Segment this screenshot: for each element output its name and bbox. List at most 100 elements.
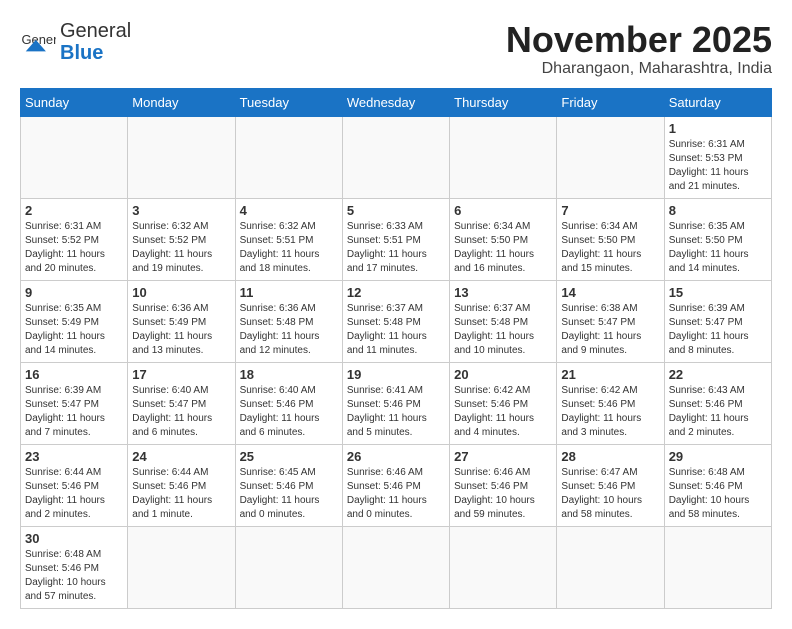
day-info: Sunrise: 6:35 AM Sunset: 5:49 PM Dayligh… xyxy=(25,302,123,358)
day-info: Sunrise: 6:47 AM Sunset: 5:46 PM Dayligh… xyxy=(561,466,659,522)
logo: General General Blue xyxy=(20,20,131,64)
day-number: 30 xyxy=(25,531,123,546)
weekday-header-wednesday: Wednesday xyxy=(342,88,449,116)
weekday-header-sunday: Sunday xyxy=(21,88,128,116)
weekday-header-tuesday: Tuesday xyxy=(235,88,342,116)
day-info: Sunrise: 6:38 AM Sunset: 5:47 PM Dayligh… xyxy=(561,302,659,358)
day-info: Sunrise: 6:42 AM Sunset: 5:46 PM Dayligh… xyxy=(454,384,552,440)
day-number: 16 xyxy=(25,367,123,382)
day-info: Sunrise: 6:37 AM Sunset: 5:48 PM Dayligh… xyxy=(454,302,552,358)
day-number: 21 xyxy=(561,367,659,382)
day-info: Sunrise: 6:42 AM Sunset: 5:46 PM Dayligh… xyxy=(561,384,659,440)
day-info: Sunrise: 6:39 AM Sunset: 5:47 PM Dayligh… xyxy=(669,302,767,358)
day-number: 22 xyxy=(669,367,767,382)
location: Dharangaon, Maharashtra, India xyxy=(506,60,772,78)
day-number: 7 xyxy=(561,203,659,218)
day-info: Sunrise: 6:46 AM Sunset: 5:46 PM Dayligh… xyxy=(454,466,552,522)
calendar-cell xyxy=(557,526,664,608)
day-number: 29 xyxy=(669,449,767,464)
day-info: Sunrise: 6:40 AM Sunset: 5:46 PM Dayligh… xyxy=(240,384,338,440)
day-number: 20 xyxy=(454,367,552,382)
header-section: General General Blue November 2025 Dhara… xyxy=(20,20,772,78)
calendar-cell: 1 Sunrise: 6:31 AM Sunset: 5:53 PM Daylig… xyxy=(664,116,771,198)
day-info: Sunrise: 6:33 AM Sunset: 5:51 PM Dayligh… xyxy=(347,220,445,276)
weekday-header-saturday: Saturday xyxy=(664,88,771,116)
day-number: 25 xyxy=(240,449,338,464)
day-info: Sunrise: 6:44 AM Sunset: 5:46 PM Dayligh… xyxy=(132,466,230,522)
day-number: 10 xyxy=(132,285,230,300)
calendar-cell: 18 Sunrise: 6:40 AM Sunset: 5:46 PM Dayli… xyxy=(235,362,342,444)
calendar-cell xyxy=(664,526,771,608)
calendar-cell: 5 Sunrise: 6:33 AM Sunset: 5:51 PM Daylig… xyxy=(342,198,449,280)
calendar-cell: 20 Sunrise: 6:42 AM Sunset: 5:46 PM Dayli… xyxy=(450,362,557,444)
calendar-cell: 8 Sunrise: 6:35 AM Sunset: 5:50 PM Daylig… xyxy=(664,198,771,280)
calendar-cell: 16 Sunrise: 6:39 AM Sunset: 5:47 PM Dayli… xyxy=(21,362,128,444)
day-number: 28 xyxy=(561,449,659,464)
day-info: Sunrise: 6:35 AM Sunset: 5:50 PM Dayligh… xyxy=(669,220,767,276)
day-number: 4 xyxy=(240,203,338,218)
day-number: 1 xyxy=(669,121,767,136)
calendar-cell: 6 Sunrise: 6:34 AM Sunset: 5:50 PM Daylig… xyxy=(450,198,557,280)
calendar-cell: 10 Sunrise: 6:36 AM Sunset: 5:49 PM Dayli… xyxy=(128,280,235,362)
calendar-week-4: 16 Sunrise: 6:39 AM Sunset: 5:47 PM Dayli… xyxy=(21,362,772,444)
calendar-cell: 24 Sunrise: 6:44 AM Sunset: 5:46 PM Dayli… xyxy=(128,444,235,526)
day-info: Sunrise: 6:48 AM Sunset: 5:46 PM Dayligh… xyxy=(25,548,123,604)
day-info: Sunrise: 6:37 AM Sunset: 5:48 PM Dayligh… xyxy=(347,302,445,358)
calendar-week-1: 1 Sunrise: 6:31 AM Sunset: 5:53 PM Daylig… xyxy=(21,116,772,198)
day-info: Sunrise: 6:40 AM Sunset: 5:47 PM Dayligh… xyxy=(132,384,230,440)
day-info: Sunrise: 6:36 AM Sunset: 5:49 PM Dayligh… xyxy=(132,302,230,358)
day-info: Sunrise: 6:39 AM Sunset: 5:47 PM Dayligh… xyxy=(25,384,123,440)
calendar-cell: 15 Sunrise: 6:39 AM Sunset: 5:47 PM Dayli… xyxy=(664,280,771,362)
day-number: 15 xyxy=(669,285,767,300)
calendar-cell: 23Sunrise: 6:44 AM Sunset: 5:46 PM Dayli… xyxy=(21,444,128,526)
day-info: Sunrise: 6:48 AM Sunset: 5:46 PM Dayligh… xyxy=(669,466,767,522)
day-number: 2 xyxy=(25,203,123,218)
calendar-cell: 30 Sunrise: 6:48 AM Sunset: 5:46 PM Dayli… xyxy=(21,526,128,608)
calendar-week-3: 9 Sunrise: 6:35 AM Sunset: 5:49 PM Daylig… xyxy=(21,280,772,362)
calendar-cell: 4 Sunrise: 6:32 AM Sunset: 5:51 PM Daylig… xyxy=(235,198,342,280)
calendar-cell xyxy=(128,116,235,198)
day-info: Sunrise: 6:32 AM Sunset: 5:51 PM Dayligh… xyxy=(240,220,338,276)
calendar-week-6: 30 Sunrise: 6:48 AM Sunset: 5:46 PM Dayli… xyxy=(21,526,772,608)
calendar-cell: 22Sunrise: 6:43 AM Sunset: 5:46 PM Dayli… xyxy=(664,362,771,444)
calendar-cell xyxy=(235,116,342,198)
calendar-cell: 28 Sunrise: 6:47 AM Sunset: 5:46 PM Dayli… xyxy=(557,444,664,526)
day-info: Sunrise: 6:31 AM Sunset: 5:52 PM Dayligh… xyxy=(25,220,123,276)
day-number: 18 xyxy=(240,367,338,382)
calendar-cell: 26Sunrise: 6:46 AM Sunset: 5:46 PM Dayli… xyxy=(342,444,449,526)
day-number: 17 xyxy=(132,367,230,382)
calendar-cell xyxy=(235,526,342,608)
calendar-cell: 9 Sunrise: 6:35 AM Sunset: 5:49 PM Daylig… xyxy=(21,280,128,362)
calendar-cell: 3 Sunrise: 6:32 AM Sunset: 5:52 PM Daylig… xyxy=(128,198,235,280)
calendar-cell: 25 Sunrise: 6:45 AM Sunset: 5:46 PM Dayli… xyxy=(235,444,342,526)
day-number: 6 xyxy=(454,203,552,218)
calendar-cell xyxy=(128,526,235,608)
day-number: 8 xyxy=(669,203,767,218)
calendar-cell xyxy=(342,526,449,608)
day-info: Sunrise: 6:32 AM Sunset: 5:52 PM Dayligh… xyxy=(132,220,230,276)
day-info: Sunrise: 6:41 AM Sunset: 5:46 PM Dayligh… xyxy=(347,384,445,440)
calendar-cell xyxy=(342,116,449,198)
weekday-header-thursday: Thursday xyxy=(450,88,557,116)
day-number: 9 xyxy=(25,285,123,300)
day-number: 24 xyxy=(132,449,230,464)
calendar-cell xyxy=(557,116,664,198)
calendar-cell: 2 Sunrise: 6:31 AM Sunset: 5:52 PM Daylig… xyxy=(21,198,128,280)
day-info: Sunrise: 6:45 AM Sunset: 5:46 PM Dayligh… xyxy=(240,466,338,522)
day-info: Sunrise: 6:36 AM Sunset: 5:48 PM Dayligh… xyxy=(240,302,338,358)
calendar-cell: 11Sunrise: 6:36 AM Sunset: 5:48 PM Dayli… xyxy=(235,280,342,362)
day-number: 13 xyxy=(454,285,552,300)
calendar-cell: 27 Sunrise: 6:46 AM Sunset: 5:46 PM Dayli… xyxy=(450,444,557,526)
calendar-cell xyxy=(450,116,557,198)
day-info: Sunrise: 6:31 AM Sunset: 5:53 PM Dayligh… xyxy=(669,138,767,194)
weekday-header-monday: Monday xyxy=(128,88,235,116)
day-number: 14 xyxy=(561,285,659,300)
day-number: 27 xyxy=(454,449,552,464)
day-number: 23 xyxy=(25,449,123,464)
calendar-cell xyxy=(21,116,128,198)
calendar-cell: 19 Sunrise: 6:41 AM Sunset: 5:46 PM Dayli… xyxy=(342,362,449,444)
day-number: 5 xyxy=(347,203,445,218)
day-info: Sunrise: 6:34 AM Sunset: 5:50 PM Dayligh… xyxy=(454,220,552,276)
day-number: 19 xyxy=(347,367,445,382)
day-number: 3 xyxy=(132,203,230,218)
